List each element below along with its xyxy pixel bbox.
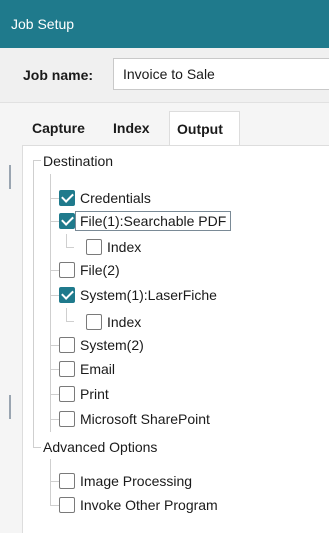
tree-item-credentials[interactable]: Credentials (59, 187, 151, 209)
print-checkbox[interactable] (59, 386, 75, 402)
tab-output[interactable]: Output (169, 111, 240, 145)
job-name-label: Job name: (23, 67, 94, 83)
tree-connector (50, 505, 59, 506)
image-processing-checkbox[interactable] (59, 473, 75, 489)
tree-connector (50, 481, 59, 482)
tree-connector (66, 321, 74, 322)
destination-tree: Destination Credentials File(1):Searchab… (23, 146, 329, 533)
credentials-checkbox[interactable] (59, 190, 75, 206)
tree-item-label: File(2) (80, 262, 120, 278)
tree-item-system2[interactable]: System(2) (59, 334, 144, 356)
tree-node-label: Destination (43, 153, 114, 169)
tree-item-label: System(2) (80, 337, 144, 353)
tree-item-label: Microsoft SharePoint (80, 411, 210, 427)
tree-connector (66, 234, 67, 248)
tree-connector (50, 369, 59, 370)
tree-node-destination[interactable]: Destination (43, 150, 113, 172)
tree-item-file1[interactable]: File(1):Searchable PDF (59, 210, 232, 232)
tree-item-invoke-other-program[interactable]: Invoke Other Program (59, 494, 218, 516)
system2-checkbox[interactable] (59, 337, 75, 353)
tree-node-advanced-options[interactable]: Advanced Options (43, 436, 157, 458)
tab-index[interactable]: Index (113, 111, 150, 145)
tree-item-label: Email (80, 361, 116, 377)
tree-connector (33, 160, 41, 161)
system1-checkbox[interactable] (59, 287, 75, 303)
tree-connector (50, 270, 59, 271)
tree-connector (50, 394, 59, 395)
file1-index-checkbox[interactable] (86, 239, 102, 255)
output-panel: Destination Credentials File(1):Searchab… (22, 145, 329, 533)
tree-connector (50, 419, 59, 420)
tab-capture[interactable]: Capture (32, 111, 85, 145)
splitter-handle[interactable] (9, 165, 11, 189)
tree-connector (50, 198, 59, 199)
job-name-input[interactable]: Invoice to Sale (113, 58, 329, 90)
file1-checkbox[interactable] (59, 213, 75, 229)
tree-node-label: Advanced Options (43, 439, 158, 455)
window-title: Job Setup (0, 0, 329, 48)
tree-connector (50, 295, 59, 296)
tree-item-label: Index (107, 239, 142, 255)
tree-connector (50, 345, 59, 346)
tree-connector (33, 160, 34, 350)
tree-connector (50, 221, 59, 222)
tree-connector (66, 308, 67, 322)
tree-item-file2[interactable]: File(2) (59, 259, 120, 281)
tree-item-sharepoint[interactable]: Microsoft SharePoint (59, 408, 210, 430)
tree-connector (33, 447, 41, 448)
tree-item-label: Credentials (80, 190, 151, 206)
tree-item-label: File(1):Searchable PDF (75, 211, 232, 231)
tree-item-file1-index[interactable]: Index (86, 236, 141, 258)
email-checkbox[interactable] (59, 361, 75, 377)
system1-index-checkbox[interactable] (86, 314, 102, 330)
tree-item-label: Index (107, 314, 142, 330)
splitter-handle[interactable] (9, 395, 11, 419)
job-name-row: Job name: Invoice to Sale (0, 48, 329, 103)
tree-item-label: System(1):LaserFiche (80, 287, 217, 303)
tree-connector (33, 350, 34, 448)
tree-item-label: Print (80, 386, 109, 402)
tree-item-image-processing[interactable]: Image Processing (59, 470, 192, 492)
file2-checkbox[interactable] (59, 262, 75, 278)
tree-item-system1-index[interactable]: Index (86, 311, 141, 333)
tree-item-label: Invoke Other Program (80, 497, 218, 513)
tree-item-print[interactable]: Print (59, 383, 109, 405)
tree-item-label: Image Processing (80, 473, 193, 489)
tree-connector (50, 459, 51, 505)
tree-connector (66, 247, 74, 248)
tree-item-system1[interactable]: System(1):LaserFiche (59, 284, 217, 306)
sharepoint-checkbox[interactable] (59, 411, 75, 427)
invoke-program-checkbox[interactable] (59, 497, 75, 513)
tree-item-email[interactable]: Email (59, 358, 115, 380)
